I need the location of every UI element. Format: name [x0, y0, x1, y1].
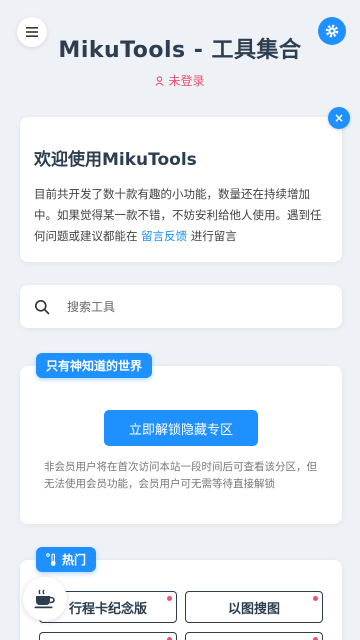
new-dot: [313, 596, 318, 601]
secret-zone-card: 立即解锁隐藏专区 非会员用户将在首次访问本站一段时间后可查看该分区，但无法使用会…: [20, 366, 342, 524]
coffee-icon: [34, 589, 55, 609]
secret-note: 非会员用户将在首次访问本站一段时间后可查看该分区，但无法使用会员功能，会员用户可…: [44, 461, 317, 490]
welcome-text-after: 进行留言: [187, 229, 237, 243]
search-input[interactable]: [67, 299, 307, 314]
unlock-button[interactable]: 立即解锁隐藏专区: [104, 410, 258, 446]
search-bar[interactable]: [20, 285, 342, 328]
search-icon: [35, 299, 50, 314]
thermometer-icon: [46, 552, 56, 566]
welcome-text: 目前共开发了数十款有趣的小功能，数量还在持续增加中。如果觉得某一款不错，不妨安利…: [34, 184, 328, 247]
feedback-link[interactable]: 留言反馈: [141, 229, 187, 243]
login-status[interactable]: 未登录: [0, 72, 360, 89]
secret-zone-badge: 只有神知道的世界: [36, 353, 153, 378]
close-welcome-button[interactable]: ×: [328, 107, 350, 129]
tool-button[interactable]: 以图搜图: [185, 591, 323, 623]
new-dot: [167, 596, 172, 601]
close-icon: ×: [333, 111, 345, 125]
tool-button-label: 行程卡纪念版: [68, 601, 147, 617]
coffee-button[interactable]: [23, 577, 67, 621]
page-title: MikuTools - 工具集合: [58, 38, 302, 63]
tool-button[interactable]: [39, 632, 177, 640]
user-icon: [155, 75, 165, 86]
welcome-card: 欢迎使用MikuTools 目前共开发了数十款有趣的小功能，数量还在持续增加中。…: [20, 117, 342, 262]
tool-button[interactable]: [185, 632, 323, 640]
welcome-heading: 欢迎使用MikuTools: [34, 150, 197, 170]
hot-badge: 热门: [36, 547, 97, 572]
login-status-label: 未登录: [168, 74, 205, 88]
hot-badge-label: 热门: [62, 553, 87, 567]
tool-button-label: 以图搜图: [227, 601, 280, 617]
